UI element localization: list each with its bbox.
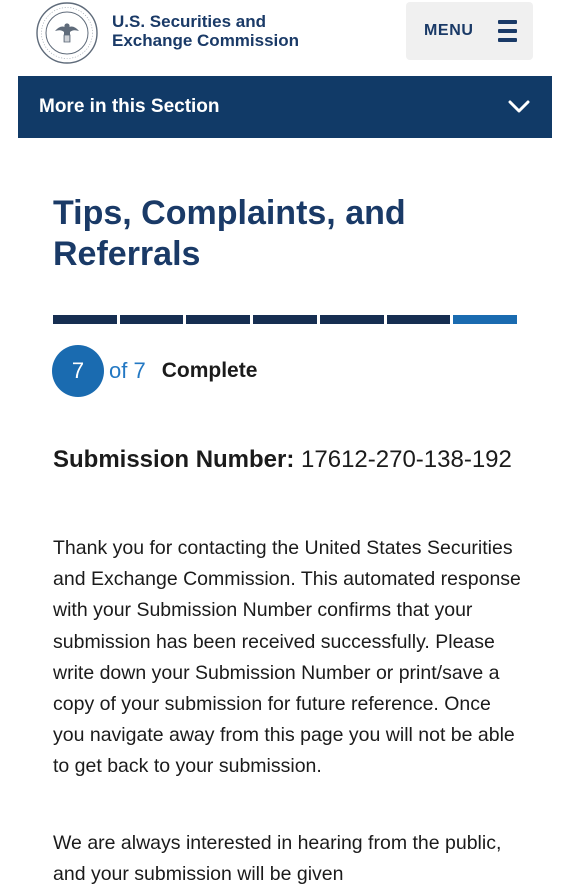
page-title: Tips, Complaints, and Referrals	[53, 194, 406, 273]
progress-segment	[386, 315, 451, 324]
progress-segment	[186, 315, 251, 324]
brand-line-1: U.S. Securities and	[112, 12, 266, 31]
brand-line-2: Exchange Commission	[112, 31, 300, 50]
chevron-down-icon	[508, 100, 530, 113]
step-status: Complete	[161, 359, 258, 382]
site-header: U.S. Securities and Exchange Commission …	[0, 0, 577, 72]
hamburger-icon	[498, 20, 517, 42]
progress-segment	[119, 315, 184, 324]
step-indicator: 7 of 7 Complete	[52, 345, 257, 397]
progress-segment	[253, 315, 317, 324]
menu-button[interactable]: MENU	[406, 2, 533, 60]
more-in-section-toggle[interactable]: More in this Section	[18, 76, 552, 138]
submission-label: Submission Number:	[53, 446, 295, 473]
step-total: of 7	[109, 358, 146, 383]
menu-label: MENU	[424, 22, 474, 39]
site-brand[interactable]: U.S. Securities and Exchange Commission	[112, 12, 299, 50]
sec-seal-logo[interactable]	[34, 2, 100, 64]
progress-bar	[53, 315, 518, 324]
step-number-badge: 7	[52, 345, 104, 397]
progress-segment	[53, 315, 117, 324]
section-label: More in this Section	[39, 96, 220, 117]
confirmation-paragraph: Thank you for contacting the United Stat…	[53, 537, 521, 778]
progress-segment	[319, 315, 384, 324]
submission-number: Submission Number: 17612-270-138-192	[53, 442, 513, 478]
followup-paragraph: We are always interested in hearing from…	[53, 832, 502, 886]
submission-value: 17612-270-138-192	[301, 446, 512, 473]
progress-segment-current	[453, 315, 518, 324]
